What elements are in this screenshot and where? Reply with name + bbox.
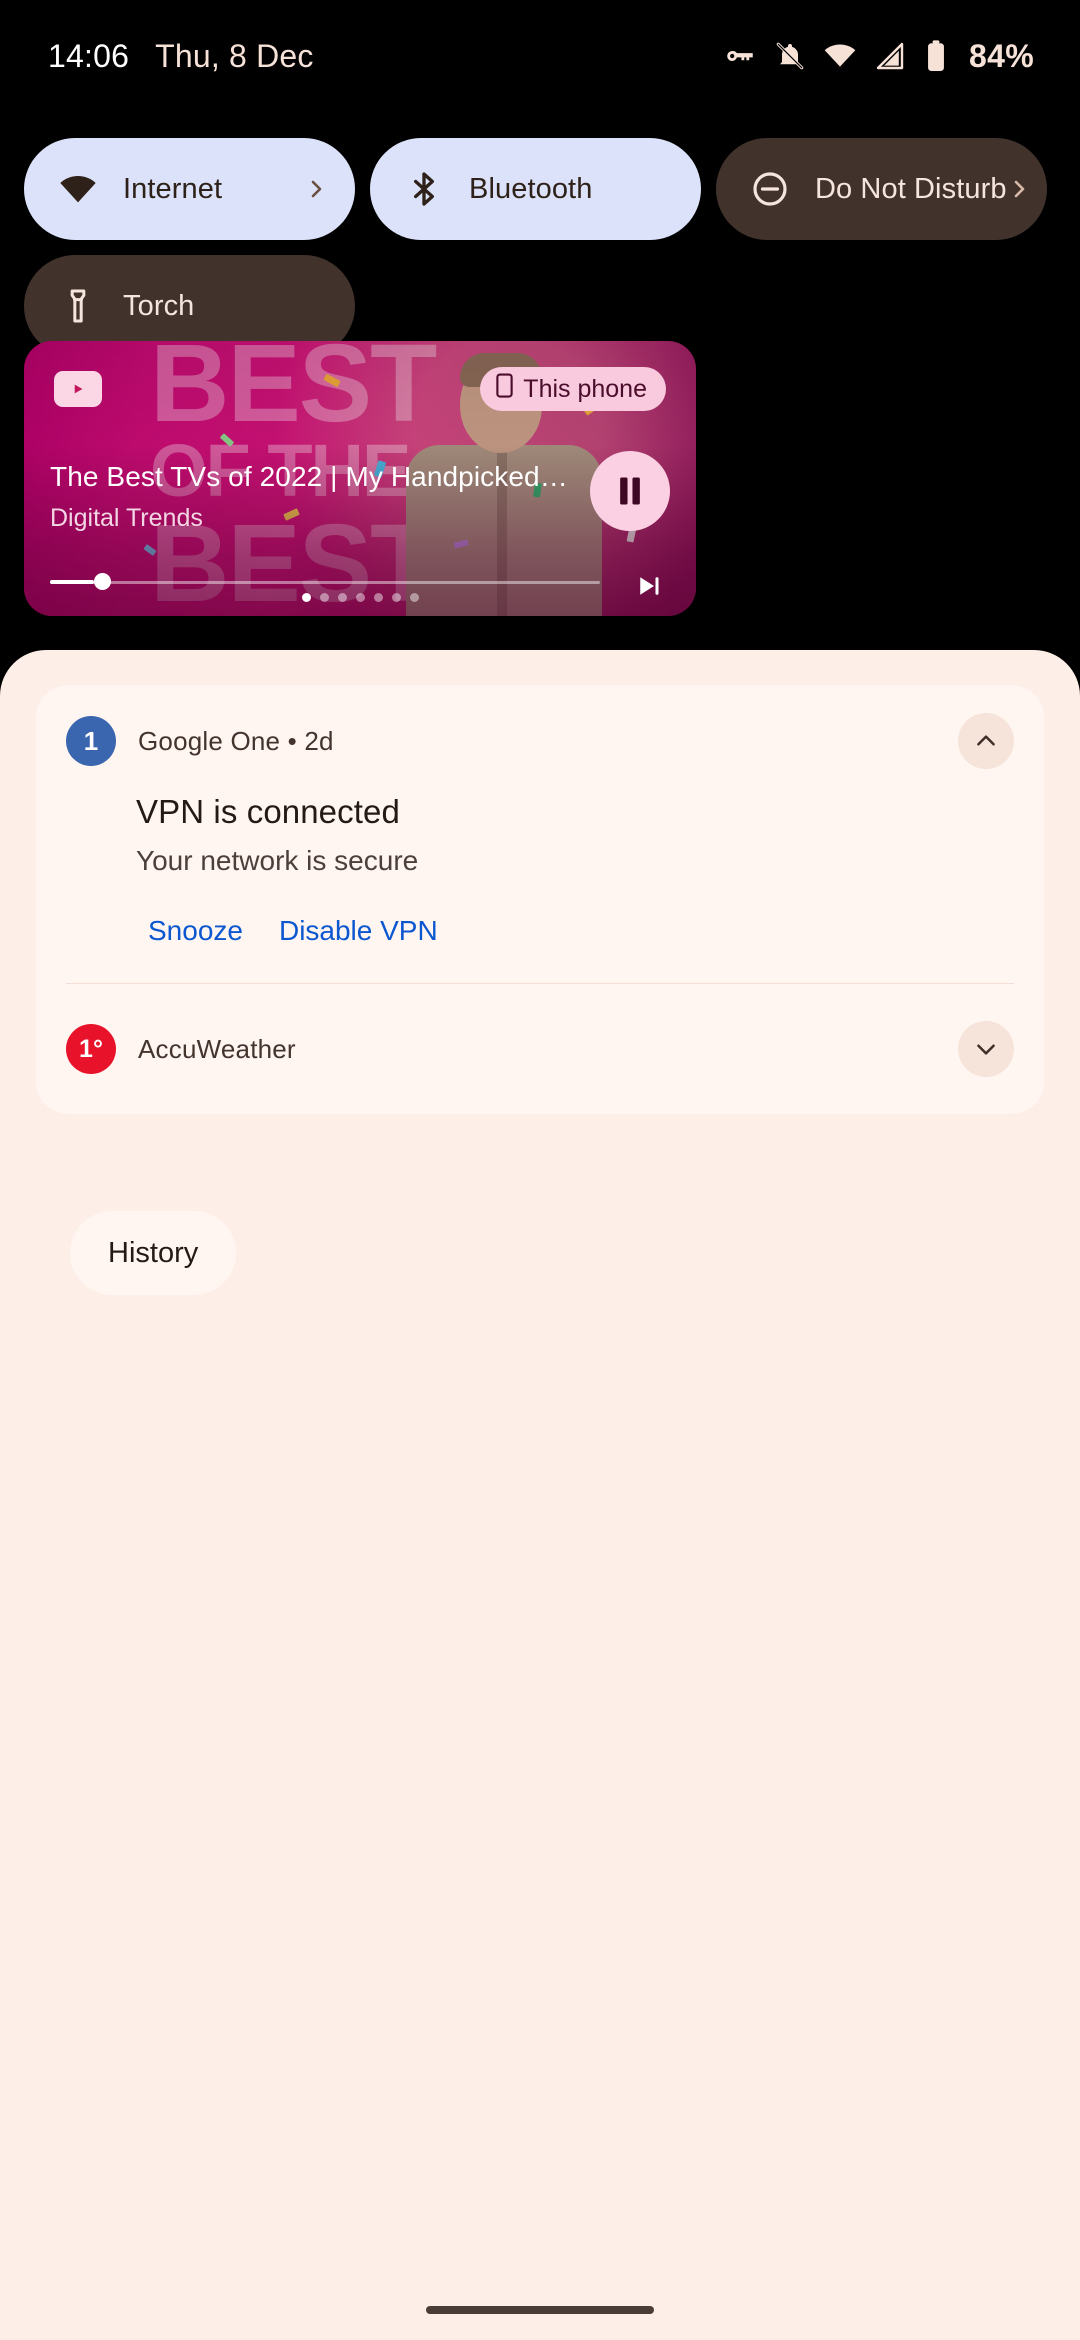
chevron-down-icon[interactable] xyxy=(958,1021,1014,1077)
pause-button[interactable] xyxy=(590,451,670,531)
cellular-signal-icon xyxy=(874,40,906,72)
qs-tile-label: Torch xyxy=(123,289,195,322)
qs-tile-label: Do Not Disturb xyxy=(815,172,1007,205)
pager-dot[interactable] xyxy=(337,593,347,602)
avatar: 1° xyxy=(66,1024,116,1074)
battery-percent-label: 84% xyxy=(969,37,1034,74)
vpn-key-icon xyxy=(723,39,757,73)
home-indicator[interactable] xyxy=(426,2306,654,2314)
media-pager-dots[interactable] xyxy=(24,593,696,602)
qs-tile-label: Bluetooth xyxy=(469,172,593,205)
qs-tile-do-not-disturb[interactable]: Do Not Disturb xyxy=(716,138,1047,240)
media-player-card[interactable]: BEST OF THE BEST This phone The Best TVs… xyxy=(24,341,696,616)
pager-dot[interactable] xyxy=(355,593,365,602)
disable-vpn-button[interactable]: Disable VPN xyxy=(261,907,456,955)
pager-dot[interactable] xyxy=(301,593,311,602)
pager-dot[interactable] xyxy=(409,593,419,602)
chevron-right-icon[interactable] xyxy=(303,176,329,202)
seek-thumb[interactable] xyxy=(94,573,111,590)
wifi-icon xyxy=(823,39,857,73)
chevron-up-icon[interactable] xyxy=(958,713,1014,769)
dnd-icon xyxy=(749,168,791,210)
notification-app-name: AccuWeather xyxy=(138,1033,296,1064)
media-artist: Digital Trends xyxy=(50,504,203,532)
qs-tile-label: Internet xyxy=(123,172,223,205)
wifi-icon xyxy=(57,168,99,210)
notification-actions: Snooze Disable VPN xyxy=(130,907,1014,955)
pager-dot[interactable] xyxy=(391,593,401,602)
status-bar-left: 14:06 Thu, 8 Dec xyxy=(48,38,314,75)
notification-shade: 1 Google One • 2d VPN is connected Your … xyxy=(0,650,1080,2340)
chevron-right-icon[interactable] xyxy=(1007,176,1031,202)
notification-header: 1 Google One • 2d xyxy=(66,711,1014,771)
notification-group: 1 Google One • 2d VPN is connected Your … xyxy=(36,685,1044,1114)
status-bar: 14:06 Thu, 8 Dec 84% xyxy=(0,0,1080,112)
notification-title: VPN is connected xyxy=(136,793,400,830)
battery-icon xyxy=(923,39,949,73)
youtube-icon xyxy=(54,371,102,407)
phone-icon xyxy=(495,373,514,405)
history-button[interactable]: History xyxy=(70,1211,237,1295)
pager-dot[interactable] xyxy=(319,593,329,602)
seek-track xyxy=(50,581,600,584)
quick-settings-grid: Internet Bluetooth Do Not Disturb Torch xyxy=(24,138,1056,357)
snooze-button[interactable]: Snooze xyxy=(130,907,261,955)
seek-progress xyxy=(50,580,94,584)
notification-accuweather[interactable]: 1° AccuWeather xyxy=(36,984,1044,1114)
status-date: Thu, 8 Dec xyxy=(155,37,314,74)
status-bar-right: 84% xyxy=(723,38,1034,75)
status-clock: 14:06 xyxy=(48,37,130,74)
bluetooth-icon xyxy=(403,168,445,210)
qs-tile-internet[interactable]: Internet xyxy=(24,138,355,240)
qs-tile-bluetooth[interactable]: Bluetooth xyxy=(370,138,701,240)
flashlight-icon xyxy=(57,285,99,327)
media-title: The Best TVs of 2022 | My Handpicked Fav… xyxy=(50,461,570,492)
media-output-device-chip[interactable]: This phone xyxy=(480,367,666,411)
notifications-off-icon xyxy=(774,40,806,72)
notification-body: Your network is secure xyxy=(136,845,419,876)
pager-dot[interactable] xyxy=(373,593,383,602)
media-output-device-label: This phone xyxy=(523,374,647,403)
media-seek-bar[interactable] xyxy=(50,573,600,590)
notification-google-one[interactable]: 1 Google One • 2d VPN is connected Your … xyxy=(36,685,1044,984)
avatar: 1 xyxy=(66,716,116,766)
notification-app-name: Google One • 2d xyxy=(138,725,334,756)
